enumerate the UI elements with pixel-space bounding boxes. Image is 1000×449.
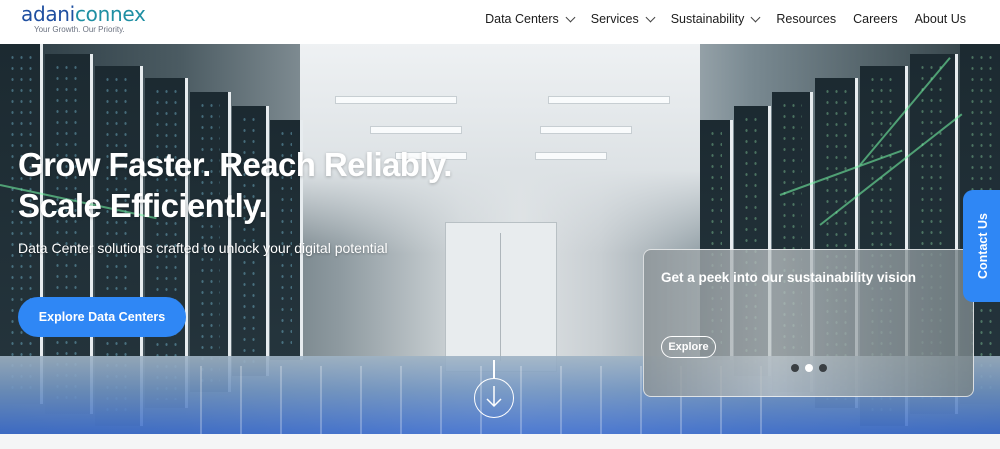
hero-title: Grow Faster. Reach Reliably. Scale Effic… (18, 144, 488, 226)
nav-item-sustainability[interactable]: Sustainability (670, 12, 761, 26)
nav-label: Resources (776, 12, 837, 26)
logo-text-adani: adani (21, 2, 75, 26)
hero-banner: Grow Faster. Reach Reliably. Scale Effic… (0, 44, 1000, 434)
hero-bg-light (540, 126, 632, 134)
carousel-dot-2[interactable] (805, 364, 813, 372)
contact-us-label: Contact Us (976, 213, 991, 279)
nav-label: Sustainability (670, 12, 745, 26)
page-content-below-hero (0, 434, 1000, 449)
logo-tagline: Your Growth. Our Priority. (34, 25, 125, 34)
promo-explore-button[interactable]: Explore (661, 336, 716, 358)
chevron-down-icon (565, 12, 576, 22)
carousel-dot-3[interactable] (819, 364, 827, 372)
logo-text-connex: connex (74, 2, 146, 26)
carousel-dots (791, 364, 827, 372)
nav-label: Data Centers (485, 12, 559, 26)
hero-bg-light (370, 126, 462, 134)
adaniconnex-logo[interactable]: adaniconnex Your Growth. Our Priority. (21, 3, 151, 35)
hero-title-line-2: Scale Efficiently. (18, 187, 268, 224)
chevron-down-icon (645, 12, 656, 22)
contact-us-tab[interactable]: Contact Us (963, 190, 1000, 302)
promo-card-title: Get a peek into our sustainability visio… (661, 270, 917, 285)
scroll-down-button[interactable] (474, 360, 514, 430)
hero-subtitle: Data Center solutions crafted to unlock … (18, 240, 388, 256)
nav-item-about-us[interactable]: About Us (915, 12, 966, 26)
nav-item-resources[interactable]: Resources (776, 12, 836, 26)
hero-title-line-1: Grow Faster. Reach Reliably. (18, 146, 452, 183)
arrow-down-circle-icon (486, 386, 502, 408)
hero-bg-light (535, 152, 607, 160)
main-nav: Data Centers Services Sustainability Res… (468, 12, 966, 26)
nav-item-data-centers[interactable]: Data Centers (485, 12, 576, 26)
hero-bg-door (445, 222, 557, 372)
site-header: adaniconnex Your Growth. Our Priority. D… (0, 0, 1000, 44)
nav-label: About Us (914, 12, 966, 26)
sustainability-promo-card: Get a peek into our sustainability visio… (643, 249, 974, 397)
hero-bg-light (548, 96, 670, 104)
nav-item-services[interactable]: Services (590, 12, 656, 26)
hero-bg-light (335, 96, 457, 104)
nav-label: Services (590, 12, 639, 26)
nav-item-careers[interactable]: Careers (853, 12, 897, 26)
chevron-down-icon (750, 12, 761, 22)
explore-data-centers-button[interactable]: Explore Data Centers (18, 297, 186, 337)
carousel-dot-1[interactable] (791, 364, 799, 372)
nav-label: Careers (853, 12, 898, 26)
